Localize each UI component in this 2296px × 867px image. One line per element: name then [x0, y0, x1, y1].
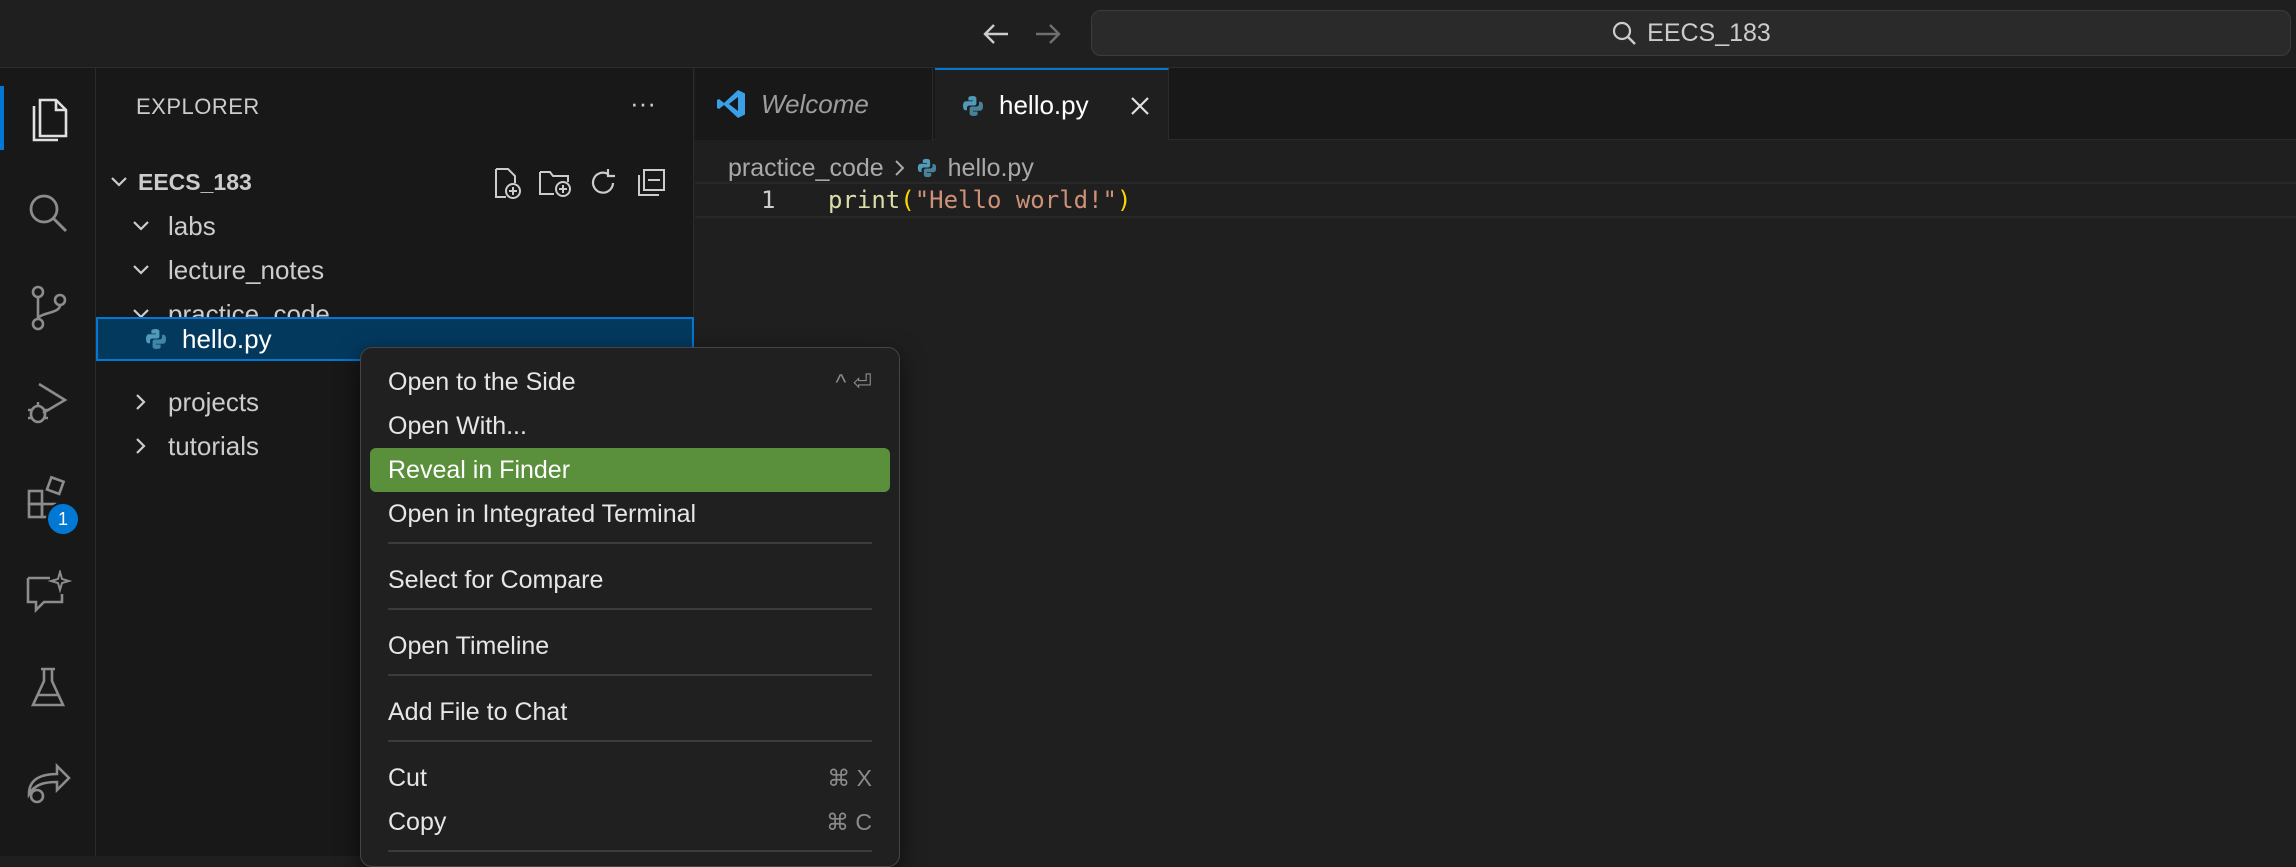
menu-item-select-for-compare[interactable]: Select for Compare — [370, 558, 890, 602]
menu-item-add-file-to-chat[interactable]: Add File to Chat — [370, 690, 890, 734]
new-folder-icon[interactable] — [538, 166, 572, 200]
code-string: "Hello world!" — [914, 186, 1117, 214]
source-control-activity[interactable] — [0, 268, 96, 348]
arrow-left-icon — [983, 24, 1008, 44]
command-center-search[interactable]: EECS_183 — [1091, 10, 2291, 56]
editor-area[interactable]: practice_code hello.py 1 print("Hello wo… — [695, 140, 2296, 856]
chevron-right-icon — [130, 391, 152, 413]
tab-label: Welcome — [761, 88, 869, 119]
workspace-root[interactable]: EECS_183 — [96, 160, 694, 204]
menu-separator — [388, 740, 872, 742]
tree-item-label: projects — [168, 386, 260, 417]
collapse-all-icon[interactable] — [634, 166, 668, 200]
menu-item-label: Reveal in Finder — [388, 455, 571, 484]
code-paren-close: ) — [1117, 186, 1132, 214]
menu-separator — [388, 542, 872, 544]
chevron-down-icon — [130, 259, 152, 281]
menu-item-open-timeline[interactable]: Open Timeline — [370, 624, 890, 668]
menu-item-label: Cut — [388, 763, 427, 792]
workspace-root-label: EECS_183 — [138, 168, 252, 195]
search-icon — [1613, 21, 1636, 45]
files-icon — [32, 98, 68, 142]
menu-item-reveal-in-finder[interactable]: Reveal in Finder — [370, 448, 890, 492]
tree-item-label: labs — [168, 210, 216, 241]
chevron-right-icon — [894, 160, 905, 176]
title-bar: EECS_183 — [0, 0, 2296, 68]
menu-item-open-with[interactable]: Open With... — [370, 404, 890, 448]
menu-item-shortcut: ^ ⏎ — [835, 368, 872, 395]
menu-item-label: Copy — [388, 807, 447, 836]
tree-item-lecture-notes[interactable]: lecture_notes — [96, 248, 694, 292]
tree-item-label: lecture_notes — [168, 254, 325, 285]
tab-welcome[interactable]: Welcome — [695, 68, 933, 140]
search-icon — [29, 194, 68, 233]
menu-separator — [388, 674, 872, 676]
remote-activity[interactable] — [0, 743, 96, 823]
menu-separator — [388, 850, 872, 852]
menu-item-label: Open Timeline — [388, 631, 550, 660]
run-debug-icon — [28, 382, 68, 424]
chevron-right-icon — [130, 435, 152, 457]
chat-sparkle-icon — [26, 570, 72, 614]
python-file-icon — [917, 158, 936, 178]
tree-item-labs[interactable]: labs — [96, 204, 694, 248]
vscode-logo-icon — [717, 90, 745, 118]
menu-item-copy[interactable]: Copy ⌘ C — [370, 800, 890, 844]
more-actions-icon[interactable]: ··· — [630, 88, 656, 119]
breadcrumb-file[interactable]: hello.py — [948, 154, 1034, 183]
context-menu: Open to the Side ^ ⏎ Open With... Reveal… — [360, 347, 900, 867]
python-file-icon — [146, 329, 166, 349]
tree-item-label: tutorials — [168, 430, 260, 461]
arrow-right-icon — [1036, 24, 1061, 44]
menu-item-label: Select for Compare — [388, 565, 604, 594]
extensions-activity[interactable]: 1 — [0, 458, 96, 538]
editor-tabs: Welcome hello.py — [695, 68, 2296, 141]
chevron-down-icon — [108, 171, 130, 193]
menu-item-label: Open to the Side — [388, 367, 576, 396]
sidebar-title: EXPLORER — [136, 94, 260, 119]
source-control-icon — [31, 285, 67, 331]
activity-bar: 1 — [0, 68, 96, 856]
menu-item-label: Open With... — [388, 411, 527, 440]
back-button[interactable] — [978, 16, 1014, 52]
explorer-toolbar — [490, 166, 668, 200]
testing-activity[interactable] — [0, 648, 96, 728]
refresh-icon[interactable] — [586, 166, 620, 200]
tree-item-label: hello.py — [182, 323, 272, 354]
menu-item-open-integrated-terminal[interactable]: Open in Integrated Terminal — [370, 492, 890, 536]
chat-activity[interactable] — [0, 553, 96, 633]
search-text: EECS_183 — [1647, 18, 1771, 47]
search-activity[interactable] — [0, 173, 96, 253]
remote-share-icon — [27, 762, 71, 804]
extensions-badge: 1 — [46, 502, 80, 536]
menu-item-shortcut: ⌘ X — [827, 764, 872, 791]
new-file-icon[interactable] — [490, 166, 524, 200]
code-line[interactable]: 1 print("Hello world!") — [695, 182, 2296, 218]
menu-item-label: Open in Integrated Terminal — [388, 499, 697, 528]
menu-item-open-to-side[interactable]: Open to the Side ^ ⏎ — [370, 360, 890, 404]
explorer-activity[interactable] — [0, 78, 96, 158]
close-icon[interactable] — [1126, 92, 1154, 120]
menu-item-cut[interactable]: Cut ⌘ X — [370, 756, 890, 800]
line-number: 1 — [761, 186, 776, 214]
tab-hello-py[interactable]: hello.py — [935, 68, 1169, 141]
forward-button[interactable] — [1030, 16, 1066, 52]
breadcrumb-folder[interactable]: practice_code — [728, 154, 884, 183]
code-function: print — [828, 186, 901, 214]
menu-item-label: Add File to Chat — [388, 697, 568, 726]
python-file-icon — [963, 95, 983, 116]
tab-label: hello.py — [999, 90, 1089, 120]
code-paren-open: ( — [900, 186, 915, 214]
chevron-down-icon — [130, 215, 152, 237]
code-text: print("Hello world!") — [828, 186, 1131, 214]
beaker-icon — [30, 667, 66, 707]
menu-item-shortcut: ⌘ C — [826, 808, 872, 835]
run-debug-activity[interactable] — [0, 363, 96, 443]
menu-separator — [388, 608, 872, 610]
